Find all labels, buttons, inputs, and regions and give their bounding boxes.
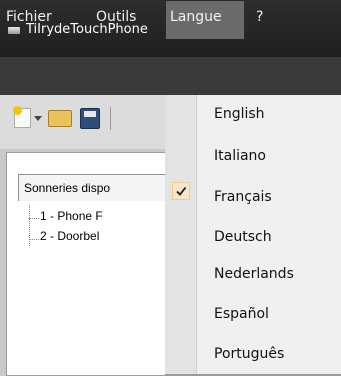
menu-help[interactable]: ?: [256, 9, 263, 25]
menu-outils[interactable]: Outils: [96, 9, 136, 25]
toolbar-separator: [110, 107, 111, 130]
language-option-deutsch[interactable]: Deutsch: [214, 229, 272, 245]
language-option-portugues[interactable]: Português: [214, 346, 284, 362]
checkmark-icon: [172, 182, 190, 200]
language-option-italiano[interactable]: Italiano: [214, 148, 266, 164]
chevron-down-icon[interactable]: [34, 116, 42, 121]
new-icon[interactable]: [13, 106, 31, 128]
app-icon: [8, 27, 20, 34]
dropdown-icon-gutter: [165, 95, 197, 374]
save-icon[interactable]: [80, 108, 100, 129]
tree-item-ringtone[interactable]: 1 - Phone F: [40, 209, 103, 223]
tree-connector: [29, 239, 39, 240]
open-icon[interactable]: [48, 110, 72, 127]
menu-fichier[interactable]: Fichier: [6, 9, 52, 25]
language-option-francais[interactable]: Français: [214, 189, 272, 205]
language-option-espanol[interactable]: Español: [214, 306, 269, 322]
tree-item-ringtone[interactable]: 2 - Doorbel: [40, 229, 99, 243]
language-option-english[interactable]: English: [214, 106, 265, 122]
tab-sonneries-label: Sonneries dispo: [24, 181, 111, 195]
menu-langue[interactable]: Langue: [170, 9, 222, 25]
language-option-nederlands[interactable]: Nederlands: [214, 266, 294, 282]
tree-connector: [29, 218, 39, 219]
menu-bar: [0, 57, 341, 95]
